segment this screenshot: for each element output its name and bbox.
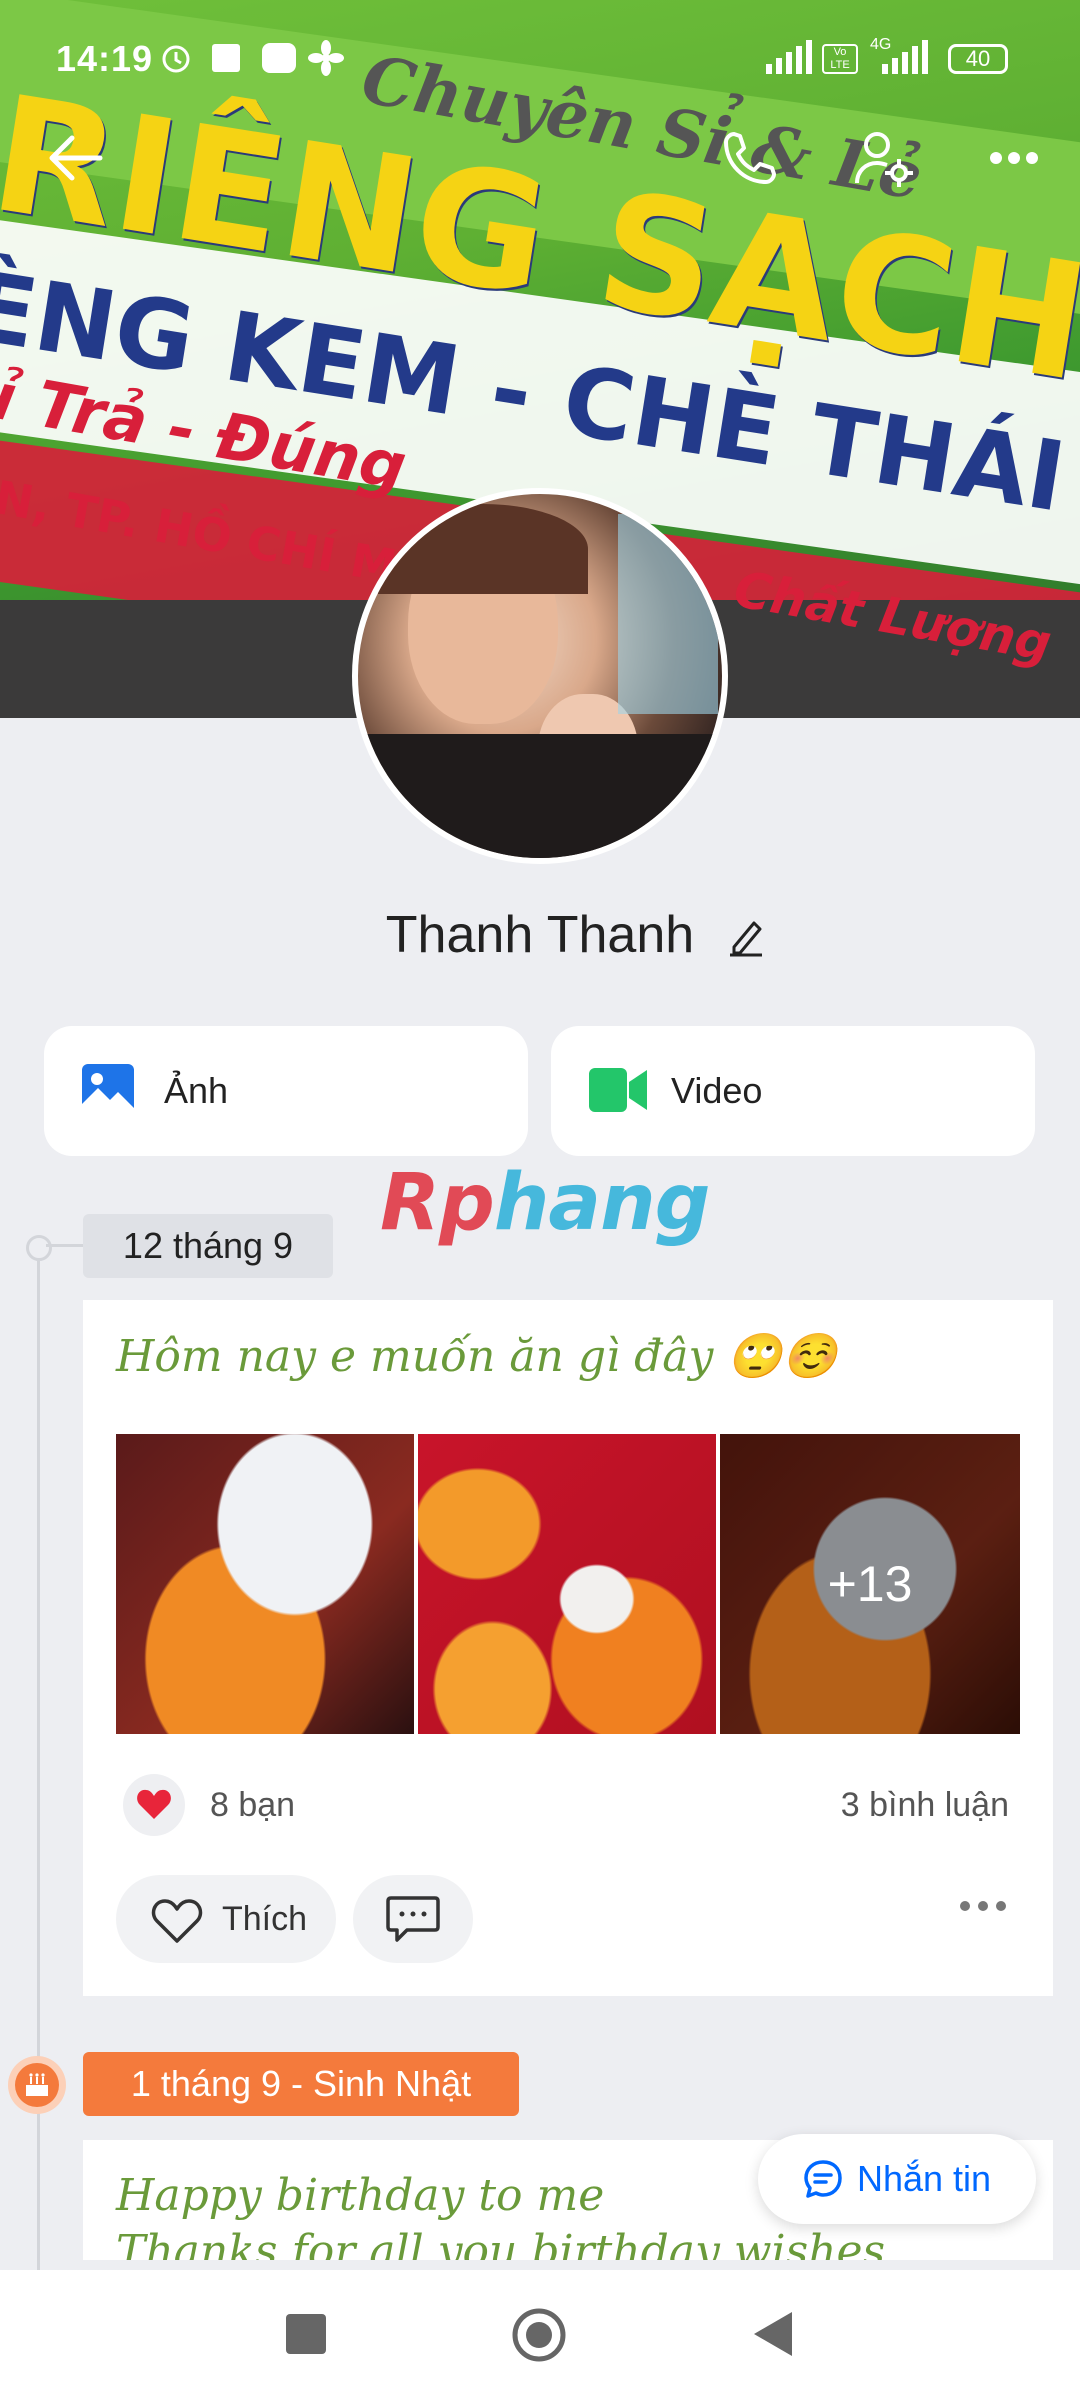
- avatar[interactable]: [352, 488, 728, 864]
- post-text: Happy birthday to me: [116, 2170, 605, 2221]
- battery-icon: 40: [948, 44, 1008, 74]
- home-button[interactable]: [510, 2306, 568, 2364]
- watermark-logo: Rphang: [380, 1158, 711, 1248]
- signal-icon: [766, 40, 812, 74]
- profile-settings-button[interactable]: [844, 118, 924, 198]
- post-text: Thanks for all you birthday wishes: [116, 2226, 886, 2260]
- post-photo[interactable]: [418, 1434, 716, 1734]
- edit-name-icon[interactable]: [726, 915, 766, 959]
- back-nav-button[interactable]: [752, 2310, 794, 2358]
- photos-tile[interactable]: Ảnh: [44, 1026, 528, 1156]
- post-date: 1 tháng 9 - Sinh Nhật: [83, 2052, 519, 2116]
- reaction-summary[interactable]: [123, 1774, 185, 1836]
- reaction-count[interactable]: 8 bạn: [210, 1786, 295, 1825]
- cake-icon: [26, 2073, 48, 2096]
- heart-outline-icon: [151, 1899, 203, 1943]
- status-time: 14:19: [56, 38, 154, 79]
- back-arrow-icon: [49, 135, 103, 181]
- notification-icon: [262, 43, 296, 73]
- back-button[interactable]: [36, 118, 116, 198]
- video-camera-icon: [589, 1068, 647, 1112]
- watermark-part1: Rp: [380, 1158, 495, 1248]
- timeline-line: [37, 1245, 40, 2275]
- timeline-connector: [46, 1244, 84, 1247]
- videos-label: Video: [671, 1070, 763, 1111]
- watermark-part2: hang: [493, 1158, 711, 1248]
- message-button[interactable]: Nhắn tin: [758, 2134, 1036, 2224]
- post-photo[interactable]: [116, 1434, 414, 1734]
- notification-icon: [212, 44, 240, 72]
- phone-icon: [724, 132, 776, 184]
- image-icon: [82, 1064, 134, 1116]
- videos-tile[interactable]: Video: [551, 1026, 1035, 1156]
- post-card[interactable]: Hôm nay e muốn ăn gì đây 🙄☺️ +13 8 bạn 3…: [83, 1300, 1053, 1996]
- birthday-marker: [8, 2056, 66, 2114]
- more-icon: [990, 152, 1038, 164]
- alarm-icon: [162, 45, 190, 73]
- post-photo[interactable]: +13: [720, 1434, 1020, 1734]
- system-nav-bar: [0, 2270, 1080, 2400]
- status-bar: 14:19 Vo LTE 4G 40: [0, 0, 1080, 90]
- profile-name: Thanh Thanh: [385, 906, 695, 964]
- user-settings-icon: [855, 132, 913, 187]
- battery-level: 40: [965, 46, 991, 71]
- comment-count[interactable]: 3 bình luận: [841, 1786, 1009, 1825]
- comment-button[interactable]: [353, 1875, 473, 1963]
- post-text: Hôm nay e muốn ăn gì đây 🙄☺️: [116, 1331, 837, 1382]
- like-button[interactable]: Thích: [116, 1875, 336, 1963]
- post-more-icon[interactable]: [959, 1900, 1007, 1912]
- post-date: 12 tháng 9: [83, 1214, 333, 1278]
- chat-icon: [804, 2160, 842, 2198]
- message-label: Nhắn tin: [856, 2158, 992, 2199]
- call-button[interactable]: [710, 118, 790, 198]
- signal-icon: [882, 40, 928, 74]
- like-label: Thích: [222, 1900, 308, 1938]
- photos-label: Ảnh: [164, 1070, 229, 1111]
- recents-button[interactable]: [286, 2314, 326, 2354]
- volte-icon: Vo LTE: [822, 44, 858, 74]
- more-photos-count: +13: [827, 1556, 913, 1612]
- fan-icon: [308, 40, 344, 76]
- more-button[interactable]: [974, 118, 1054, 198]
- heart-icon: [137, 1789, 171, 1819]
- timeline-dot: [26, 1235, 52, 1261]
- comment-icon: [386, 1896, 440, 1942]
